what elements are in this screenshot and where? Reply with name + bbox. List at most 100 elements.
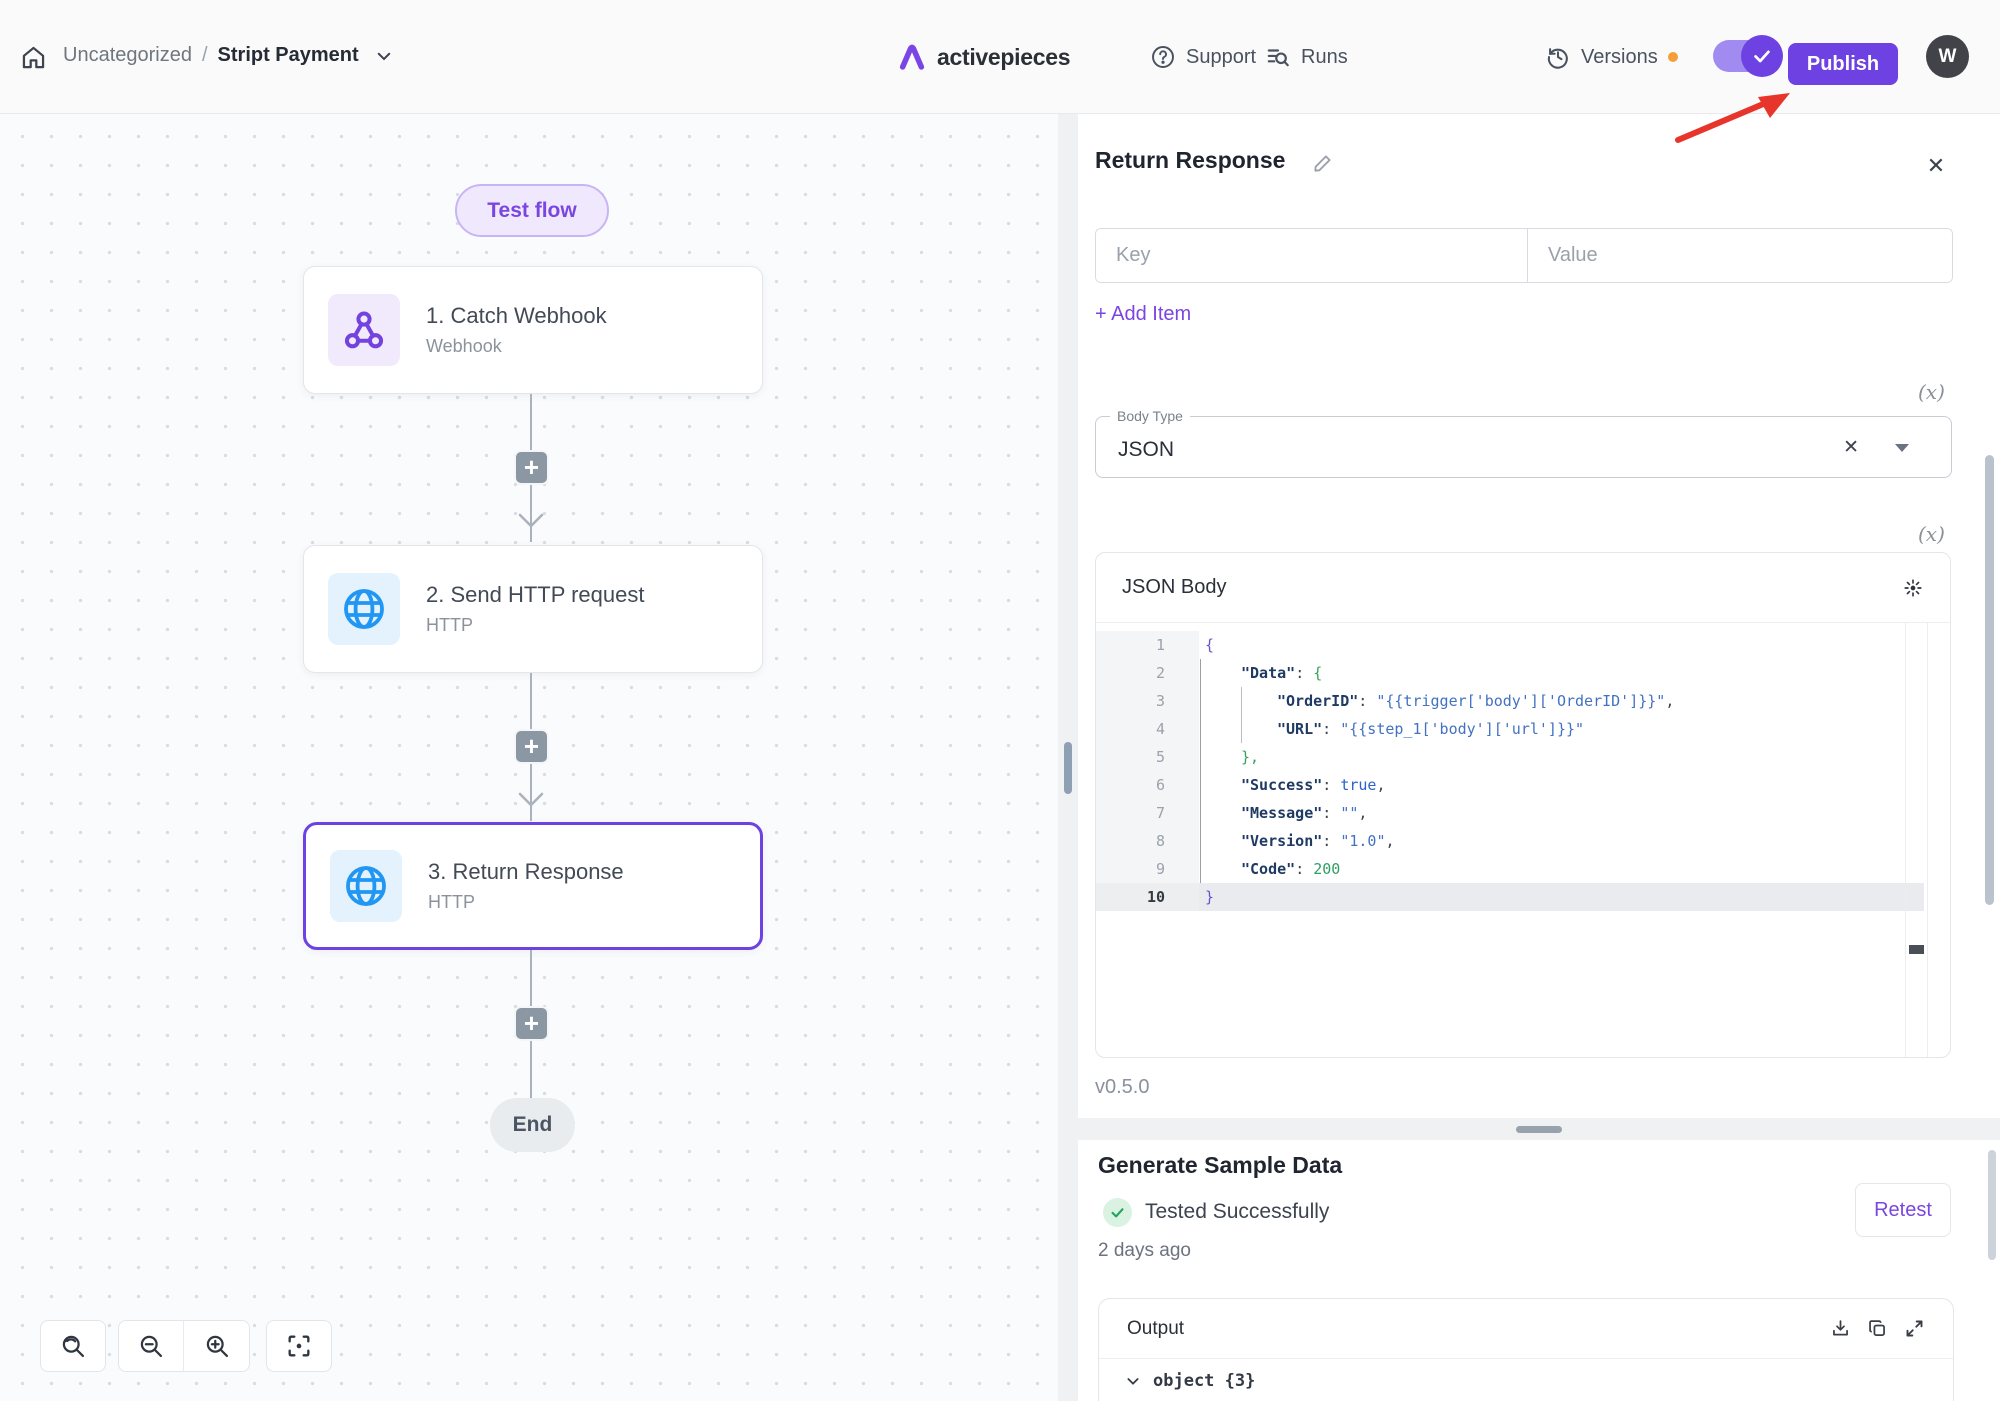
flow-name[interactable]: Stript Payment: [218, 44, 359, 67]
code-lines: 1{2"Data": {3"OrderID": "{{trigger['body…: [1096, 631, 1950, 911]
step-card-catch-webhook[interactable]: 1. Catch Webhook Webhook: [303, 266, 763, 394]
add-item-link[interactable]: + Add Item: [1095, 303, 1191, 326]
tree-item-label: object {3}: [1153, 1371, 1255, 1391]
code-line[interactable]: 3"OrderID": "{{trigger['body']['OrderID'…: [1096, 687, 1950, 715]
reset-zoom-icon: [59, 1332, 87, 1360]
line-number: 8: [1096, 827, 1199, 855]
edit-name-icon[interactable]: [1312, 152, 1334, 174]
step-card-return-response[interactable]: 3. Return Response HTTP: [303, 822, 763, 950]
indent-guide: [1200, 659, 1201, 883]
step-title: 3. Return Response: [428, 859, 624, 885]
top-bar: Uncategorized / Stript Payment activepie…: [0, 0, 2000, 114]
step-subtitle: HTTP: [426, 615, 645, 636]
body-type-label: Body Type: [1110, 408, 1190, 424]
logo: activepieces: [897, 42, 1070, 72]
fit-to-view-button[interactable]: [266, 1320, 332, 1372]
breadcrumb: Uncategorized / Stript Payment: [63, 44, 393, 67]
flow-enabled-toggle[interactable]: [1713, 40, 1775, 72]
code-area[interactable]: 1{2"Data": {3"OrderID": "{{trigger['body…: [1096, 623, 1950, 1058]
add-step-button[interactable]: +: [514, 1006, 549, 1041]
success-check-icon: [1103, 1198, 1132, 1227]
zoom-in-button[interactable]: [184, 1321, 249, 1371]
code-line[interactable]: 1{: [1096, 631, 1950, 659]
code-line[interactable]: 6"Success": true,: [1096, 771, 1950, 799]
logo-text: activepieces: [937, 44, 1070, 71]
step-card-send-http-request[interactable]: 2. Send HTTP request HTTP: [303, 545, 763, 673]
test-flow-button[interactable]: Test flow: [455, 184, 609, 237]
line-number: 2: [1096, 659, 1199, 687]
breadcrumb-separator: /: [202, 44, 208, 67]
runs-button[interactable]: Runs: [1265, 44, 1348, 70]
copy-icon[interactable]: [1867, 1318, 1888, 1339]
home-icon: [20, 44, 47, 71]
help-icon: [1150, 44, 1176, 70]
publish-button[interactable]: Publish: [1788, 43, 1898, 85]
code-scrollbar-thumb[interactable]: [1909, 945, 1924, 954]
zoom-out-icon: [137, 1332, 165, 1360]
insert-variable-icon[interactable]: (x): [1918, 522, 1945, 546]
avatar[interactable]: W: [1926, 35, 1969, 78]
flow-canvas[interactable]: Test flow 1. Catch Webhook Webhook +: [0, 114, 1058, 1401]
line-number: 7: [1096, 799, 1199, 827]
home-button[interactable]: [20, 44, 47, 71]
support-label: Support: [1186, 46, 1256, 69]
code-line[interactable]: 9"Code": 200: [1096, 855, 1950, 883]
retest-button[interactable]: Retest: [1855, 1183, 1951, 1237]
ai-format-sparkle-icon[interactable]: [1902, 577, 1924, 599]
code-line[interactable]: 4"URL": "{{step_1['body']['url']}}": [1096, 715, 1950, 743]
zoom-button-group: [118, 1320, 250, 1372]
code-line[interactable]: 7"Message": "",: [1096, 799, 1950, 827]
clear-selection-icon[interactable]: ✕: [1843, 436, 1859, 459]
support-button[interactable]: Support: [1150, 44, 1256, 70]
json-body-label: JSON Body: [1122, 576, 1226, 599]
test-status-text: Tested Successfully: [1145, 1200, 1329, 1224]
http-globe-icon: [328, 573, 400, 645]
versions-button[interactable]: Versions: [1545, 44, 1678, 70]
key-input[interactable]: [1096, 229, 1528, 282]
add-step-button[interactable]: +: [514, 729, 549, 764]
indent-guide: [1241, 687, 1242, 743]
json-body-header: JSON Body: [1096, 553, 1950, 623]
dropdown-caret-icon[interactable]: [1895, 444, 1909, 452]
line-number: 4: [1096, 715, 1199, 743]
panel-resize-handle[interactable]: [1064, 742, 1072, 794]
output-tree-item[interactable]: object {3}: [1125, 1371, 1255, 1391]
panel-title: Return Response: [1095, 147, 1285, 174]
webhook-icon: [328, 294, 400, 366]
code-line[interactable]: 5},: [1096, 743, 1950, 771]
avatar-initial: W: [1939, 46, 1957, 68]
panel-scrollbar-thumb[interactable]: [1985, 455, 1994, 905]
insert-variable-icon[interactable]: (x): [1918, 380, 1945, 404]
line-number: 6: [1096, 771, 1199, 799]
code-line[interactable]: 2"Data": {: [1096, 659, 1950, 687]
close-panel-icon[interactable]: ✕: [1920, 150, 1952, 182]
runs-list-search-icon: [1265, 44, 1291, 70]
expand-icon[interactable]: [1904, 1318, 1925, 1339]
chevron-down-icon[interactable]: [375, 47, 393, 65]
body-type-select[interactable]: Body Type JSON ✕: [1095, 408, 1952, 478]
breadcrumb-folder[interactable]: Uncategorized: [63, 44, 192, 67]
piece-version-label: v0.5.0: [1095, 1076, 1149, 1099]
line-number: 9: [1096, 855, 1199, 883]
flow-end-node: End: [490, 1098, 575, 1152]
add-step-button[interactable]: +: [514, 450, 549, 485]
zoom-out-button[interactable]: [119, 1321, 184, 1371]
runs-label: Runs: [1301, 46, 1348, 69]
value-input[interactable]: [1528, 229, 1952, 282]
sample-scrollbar-thumb[interactable]: [1988, 1150, 1996, 1260]
code-line[interactable]: 10}: [1096, 883, 1950, 911]
reset-zoom-button[interactable]: [40, 1320, 106, 1372]
response-headers-group: [1095, 228, 1953, 283]
code-line[interactable]: 8"Version": "1.0",: [1096, 827, 1950, 855]
code-scrollbar-track[interactable]: [1905, 623, 1928, 1058]
line-number: 10: [1096, 883, 1199, 911]
json-body-editor: JSON Body 1{2"Data": {3"OrderID": "{{tri…: [1095, 552, 1951, 1058]
step-title: 1. Catch Webhook: [426, 303, 607, 329]
toggle-knob: [1741, 35, 1783, 77]
tree-chevron-icon: [1125, 1373, 1141, 1389]
activepieces-logo-icon: [897, 42, 927, 72]
section-resize-handle[interactable]: [1516, 1126, 1562, 1133]
output-label: Output: [1127, 1318, 1184, 1340]
download-icon[interactable]: [1830, 1318, 1851, 1339]
sample-section-title: Generate Sample Data: [1098, 1152, 1342, 1179]
